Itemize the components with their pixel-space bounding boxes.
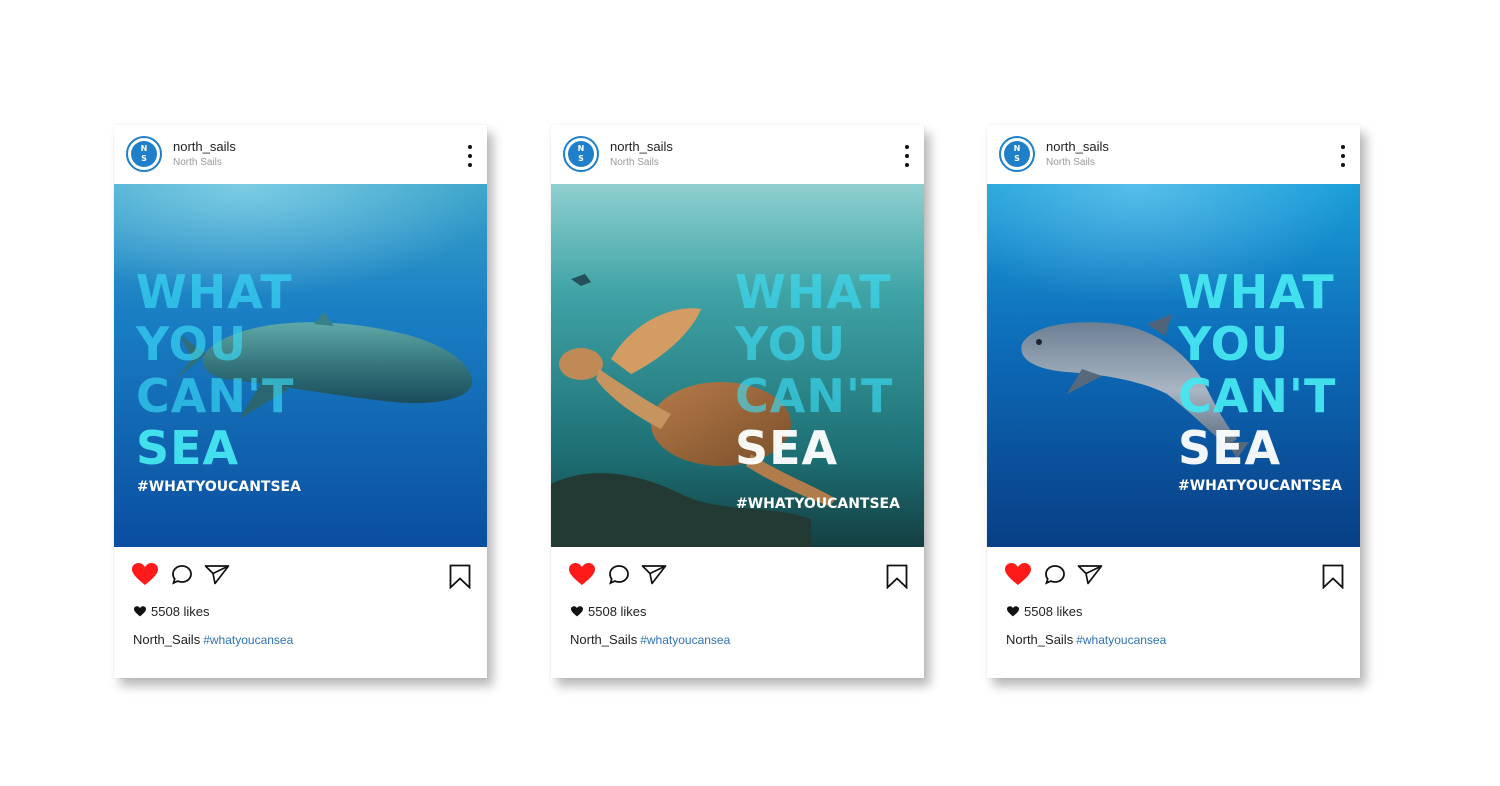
post-card-dolphin: NS north_sails North Sails WHAT YOU CAN'… — [987, 125, 1360, 678]
post-card-whale: NS north_sails North Sails WHAT YOU CAN'… — [114, 125, 487, 678]
post-header: NS north_sails North Sails — [114, 125, 487, 184]
heart-icon[interactable] — [132, 563, 158, 586]
more-icon[interactable] — [467, 145, 473, 167]
comment-icon[interactable] — [1044, 564, 1066, 585]
logo-letter-n: N — [1013, 144, 1021, 153]
caption-username[interactable]: North_Sails — [133, 632, 200, 647]
caption-hashtag-link[interactable]: #whatyoucansea — [203, 633, 293, 647]
headline-line-3: CAN'T — [1178, 369, 1337, 423]
headline-line-1: WHAT — [136, 265, 293, 319]
small-heart-icon — [571, 606, 583, 617]
action-bar — [551, 547, 924, 599]
share-icon[interactable] — [1077, 564, 1103, 585]
bookmark-icon[interactable] — [1322, 564, 1344, 589]
logo-letter-n: N — [140, 144, 148, 153]
caption: North_Sails #whatyoucansea — [570, 632, 730, 647]
more-icon[interactable] — [1340, 145, 1346, 167]
headline-overlay: WHAT YOU CAN'T SEA — [735, 266, 893, 474]
logo-letter-n: N — [577, 144, 585, 153]
username[interactable]: north_sails — [1046, 139, 1109, 154]
headline-overlay: WHAT YOU CAN'T SEA — [136, 266, 294, 474]
post-card-turtle: NS north_sails North Sails WHAT YOU CAN'… — [551, 125, 924, 678]
hashtag-overlay: #WHATYOUCANTSEA — [137, 479, 301, 495]
post-header: NS north_sails North Sails — [551, 125, 924, 184]
headline-line-2: YOU — [735, 317, 847, 371]
bookmark-icon[interactable] — [449, 564, 471, 589]
comment-icon[interactable] — [171, 564, 193, 585]
headline-line-4: SEA — [735, 421, 839, 475]
bookmark-icon[interactable] — [886, 564, 908, 589]
hashtag-overlay: #WHATYOUCANTSEA — [736, 496, 900, 512]
account-subname: North Sails — [610, 157, 659, 168]
more-icon[interactable] — [904, 145, 910, 167]
account-subname: North Sails — [1046, 157, 1095, 168]
headline-line-3: CAN'T — [735, 369, 894, 423]
caption: North_Sails #whatyoucansea — [133, 632, 293, 647]
caption-username[interactable]: North_Sails — [1006, 632, 1073, 647]
logo-letter-s: S — [141, 154, 147, 163]
headline-line-3: CAN'T — [136, 369, 295, 423]
headline-line-1: WHAT — [1178, 265, 1335, 319]
hashtag-overlay: #WHATYOUCANTSEA — [1178, 478, 1342, 494]
headline-line-4: SEA — [136, 421, 240, 475]
action-bar — [114, 547, 487, 599]
post-image[interactable]: WHAT YOU CAN'T SEA #WHATYOUCANTSEA — [987, 184, 1360, 547]
username[interactable]: north_sails — [610, 139, 673, 154]
north-sails-logo[interactable]: NS — [126, 136, 162, 172]
comment-icon[interactable] — [608, 564, 630, 585]
headline-overlay: WHAT YOU CAN'T SEA — [1178, 266, 1336, 474]
caption-hashtag-link[interactable]: #whatyoucansea — [640, 633, 730, 647]
likes-count[interactable]: 5508 likes — [134, 604, 210, 619]
share-icon[interactable] — [204, 564, 230, 585]
north-sails-logo[interactable]: NS — [999, 136, 1035, 172]
north-sails-logo[interactable]: NS — [563, 136, 599, 172]
likes-count[interactable]: 5508 likes — [571, 604, 647, 619]
headline-line-2: YOU — [136, 317, 248, 371]
likes-text: 5508 likes — [1024, 604, 1083, 619]
likes-text: 5508 likes — [588, 604, 647, 619]
heart-icon[interactable] — [1005, 563, 1031, 586]
small-heart-icon — [134, 606, 146, 617]
caption-hashtag-link[interactable]: #whatyoucansea — [1076, 633, 1166, 647]
post-image[interactable]: WHAT YOU CAN'T SEA #WHATYOUCANTSEA — [551, 184, 924, 547]
heart-icon[interactable] — [569, 563, 595, 586]
logo-letter-s: S — [578, 154, 584, 163]
likes-text: 5508 likes — [151, 604, 210, 619]
likes-count[interactable]: 5508 likes — [1007, 604, 1083, 619]
account-subname: North Sails — [173, 157, 222, 168]
headline-line-2: YOU — [1178, 317, 1290, 371]
post-header: NS north_sails North Sails — [987, 125, 1360, 184]
caption-username[interactable]: North_Sails — [570, 632, 637, 647]
caption: North_Sails #whatyoucansea — [1006, 632, 1166, 647]
headline-line-1: WHAT — [735, 265, 892, 319]
logo-letter-s: S — [1014, 154, 1020, 163]
action-bar — [987, 547, 1360, 599]
headline-line-4: SEA — [1178, 421, 1282, 475]
share-icon[interactable] — [641, 564, 667, 585]
small-heart-icon — [1007, 606, 1019, 617]
post-image[interactable]: WHAT YOU CAN'T SEA #WHATYOUCANTSEA — [114, 184, 487, 547]
username[interactable]: north_sails — [173, 139, 236, 154]
